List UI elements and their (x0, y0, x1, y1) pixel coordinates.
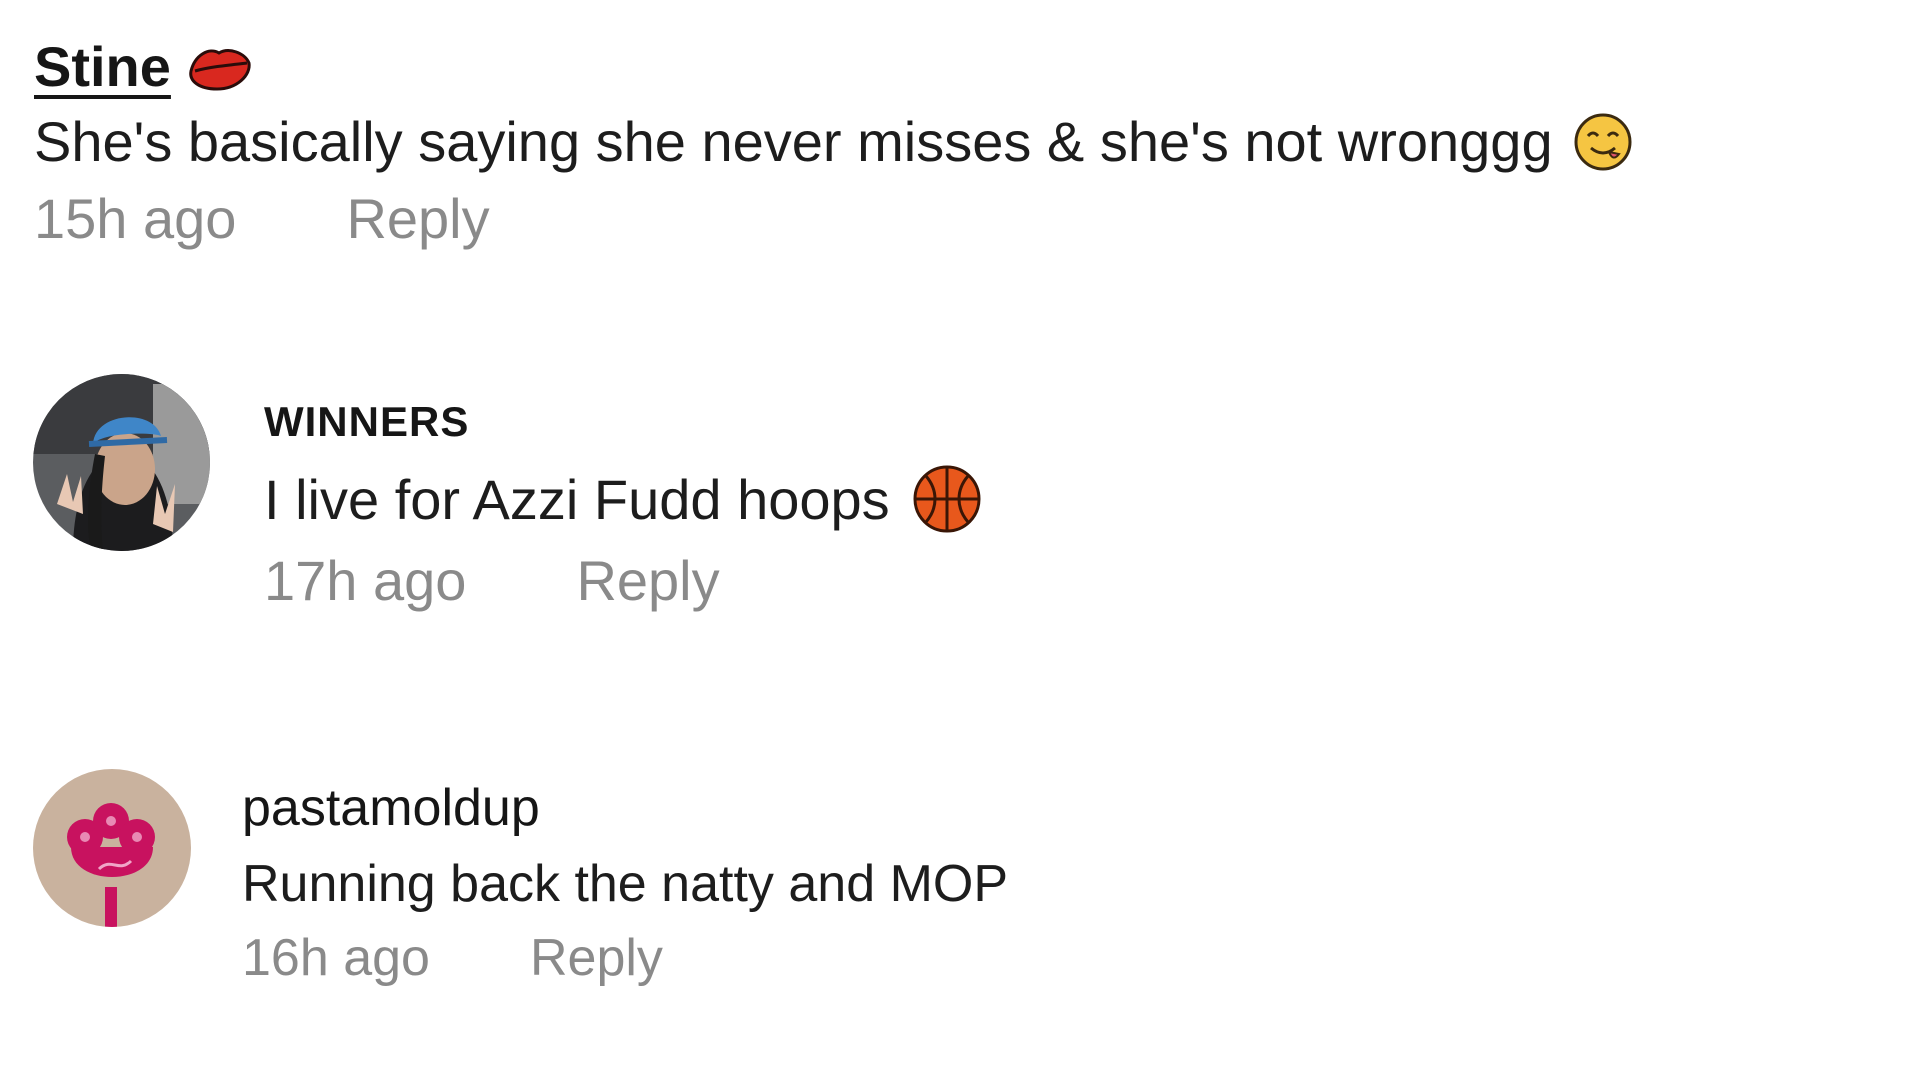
comment-username[interactable]: Stine (34, 34, 171, 99)
comment-text-row: Running back the natty and MOP (242, 854, 1008, 914)
basketball-icon (912, 464, 982, 534)
flower-avatar[interactable] (33, 769, 191, 927)
reply-button[interactable]: Reply (576, 548, 719, 613)
comment-3: pastamoldup Running back the natty and M… (242, 778, 1008, 988)
reply-button[interactable]: Reply (346, 186, 489, 251)
comment-text: She's basically saying she never misses … (34, 110, 1553, 173)
comment-text-row: She's basically saying she never misses … (34, 109, 1633, 174)
comment-timestamp: 16h ago (242, 929, 430, 987)
comment-text: I live for Azzi Fudd hoops (264, 467, 890, 531)
comment-meta: 17h ago Reply (264, 548, 982, 613)
comment-username-link[interactable]: Stine (34, 34, 253, 99)
comment-2: WINNERS I live for Azzi Fudd hoops 17h a… (264, 398, 982, 613)
comment-text: Running back the natty and MOP (242, 855, 1009, 913)
comment-timestamp: 17h ago (264, 549, 467, 612)
comment-username[interactable]: WINNERS (264, 398, 469, 446)
comment-username[interactable]: pastamoldup (242, 778, 540, 838)
reply-button[interactable]: Reply (530, 928, 663, 988)
comment-meta: 15h ago Reply (34, 186, 1633, 251)
comment-1: Stine She's basically saying she never m… (34, 34, 1633, 251)
face-savoring-food-icon (1573, 112, 1633, 172)
user-photo-avatar[interactable] (33, 374, 210, 551)
comment-timestamp: 15h ago (34, 187, 237, 250)
lips-icon (185, 41, 253, 93)
comment-meta: 16h ago Reply (242, 928, 1008, 988)
comment-text-row: I live for Azzi Fudd hoops (264, 464, 982, 534)
